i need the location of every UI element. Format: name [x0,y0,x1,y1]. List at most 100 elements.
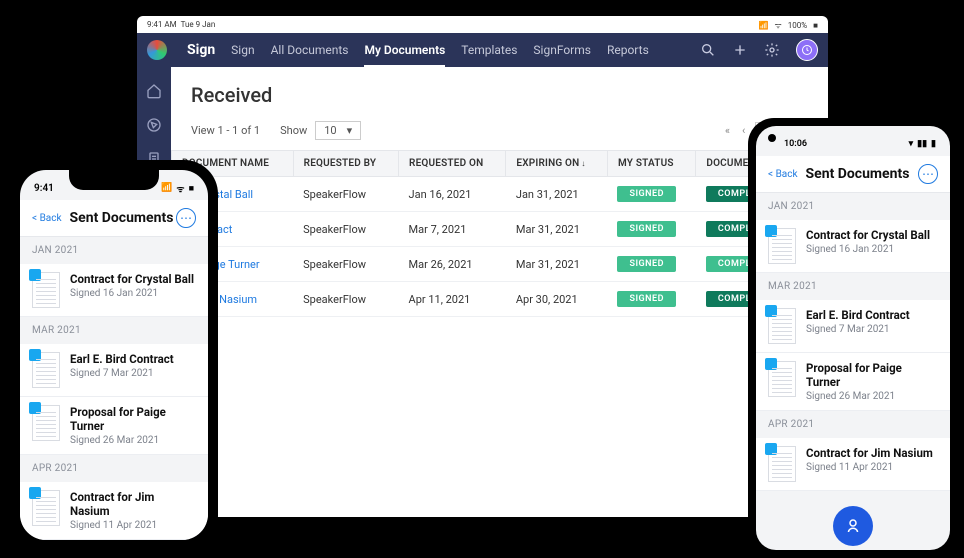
signal-icon: 📶 [161,183,172,193]
more-button[interactable]: ⋯ [176,208,196,228]
back-button[interactable]: < Back [32,213,62,224]
phone-left-device: 9:41 📶 ᯤ ■ < Back Sent Documents ⋯ JAN 2… [10,160,218,550]
phone-right-list[interactable]: JAN 2021Contract for Crystal BallSigned … [756,193,950,550]
wifi-icon: ▾ [909,139,914,149]
phone-right-header: < Back Sent Documents ⋯ [756,156,950,193]
col-requested-by[interactable]: REQUESTED BY [293,151,398,177]
list-item[interactable]: Earl E. Bird Contract Signed 7 Mar 2021 [756,300,950,353]
search-icon[interactable] [700,42,716,58]
back-button[interactable]: < Back [768,169,798,180]
doc-title: Earl E. Bird Contract [806,308,910,322]
my-status: SIGNED [607,282,695,317]
requested-on: Apr 11, 2021 [399,282,506,317]
pager-first[interactable]: « [723,124,732,137]
month-header: MAR 2021 [20,317,208,344]
signal-icon: ▮▮ [917,139,927,149]
status-time: 10:06 [784,139,807,149]
phone-title: Sent Documents [806,166,918,182]
gear-icon[interactable] [764,42,780,58]
my-status: SIGNED [607,212,695,247]
doc-subtitle: Signed 11 Apr 2021 [70,520,196,531]
document-thumbnail-icon [768,446,796,482]
document-thumbnail-icon [32,272,60,308]
status-right-icons: 📶 ᯤ 100% ■ [759,20,818,31]
table-row[interactable]: for Paige TurnerSpeakerFlowMar 26, 2021M… [172,247,828,282]
doc-title: Proposal for Paige Turner [70,405,196,433]
list-item[interactable]: Contract for Jim Nasium Signed 11 Apr 202… [20,482,208,540]
requested-by: SpeakerFlow [293,177,398,212]
nav-my-documents[interactable]: My Documents [364,43,445,67]
doc-title: Proposal for Paige Turner [806,361,938,389]
expiring-on: Mar 31, 2021 [506,247,608,282]
list-item[interactable]: Proposal for Paige Turner Signed 26 Mar 2… [20,397,208,455]
plus-icon[interactable] [732,42,748,58]
requested-by: SpeakerFlow [293,282,398,317]
battery-icon: ▮ [931,139,936,149]
home-icon[interactable] [146,83,162,99]
battery-icon: ■ [189,183,194,194]
col-requested-on[interactable]: REQUESTED ON [399,151,506,177]
expiring-on: Apr 30, 2021 [506,282,608,317]
main-content: Received View 1 - 1 of 1 Show 10 ▾ [171,67,828,517]
pager-prev[interactable]: ‹ [740,124,747,137]
notch [69,170,159,190]
list-item[interactable]: Proposal for Paige Turner Signed 26 Mar 2… [756,353,950,411]
nav-sign[interactable]: Sign [231,43,254,57]
app-logo-icon [147,40,167,60]
chevron-down-icon: ▾ [347,124,353,137]
nav-templates[interactable]: Templates [461,43,517,57]
documents-table: DOCUMENT NAME REQUESTED BY REQUESTED ON … [171,150,828,317]
user-avatar[interactable] [796,39,818,61]
document-thumbnail-icon [32,352,60,388]
month-header: APR 2021 [756,411,950,438]
nav-reports[interactable]: Reports [607,43,649,57]
doc-subtitle: Signed 11 Apr 2021 [806,462,933,473]
nav-signforms[interactable]: SignForms [533,43,591,57]
phone-title: Sent Documents [70,210,176,226]
doc-title: Earl E. Bird Contract [70,352,174,366]
page-size-select[interactable]: 10 ▾ [315,121,361,140]
requested-by: SpeakerFlow [293,212,398,247]
my-status: SIGNED [607,177,695,212]
col-expiring-on[interactable]: EXPIRING ON↓ [506,151,608,177]
my-status: SIGNED [607,247,695,282]
fab-new-document[interactable] [833,506,873,546]
doc-title: Contract for Crystal Ball [70,272,194,286]
list-item[interactable]: Earl E. Bird ContractSigned 7 Mar 2021 [20,344,208,397]
tablet-screen: 9:41 AM Tue 9 Jan 📶 ᯤ 100% ■ Sign Sign A… [137,16,828,517]
list-item[interactable]: Contract for Crystal BallSigned 16 Jan 2… [20,264,208,317]
col-my-status[interactable]: MY STATUS [607,151,695,177]
battery-label: 100% [788,21,807,30]
sort-arrow-icon: ↓ [581,159,585,168]
page-title: Received [171,67,828,117]
nav-all-documents[interactable]: All Documents [271,43,349,57]
document-thumbnail-icon [768,228,796,264]
doc-title: Contract for Jim Nasium [806,446,933,460]
table-row[interactable]: for Crystal BallSpeakerFlowJan 16, 2021J… [172,177,828,212]
requested-on: Mar 26, 2021 [399,247,506,282]
requested-on: Jan 16, 2021 [399,177,506,212]
expiring-on: Mar 31, 2021 [506,212,608,247]
document-thumbnail-icon [32,490,60,526]
doc-subtitle: Signed 26 Mar 2021 [70,435,196,446]
compass-icon[interactable] [146,117,162,133]
doc-title: Contract for Jim Nasium [70,490,196,518]
more-button[interactable]: ⋯ [918,164,938,184]
status-time: 9:41 AM Tue 9 Jan [147,20,215,31]
table-row[interactable]: for Jim NasiumSpeakerFlowApr 11, 2021Apr… [172,282,828,317]
tablet-device: 9:41 AM Tue 9 Jan 📶 ᯤ 100% ■ Sign Sign A… [115,0,850,533]
wifi-icon: ᯤ [176,182,184,195]
month-header: APR 2021 [20,455,208,482]
requested-by: SpeakerFlow [293,247,398,282]
doc-title: Contract for Crystal Ball [806,228,930,242]
table-row[interactable]: d ContractSpeakerFlowMar 7, 2021Mar 31, … [172,212,828,247]
doc-subtitle: Signed 7 Mar 2021 [806,324,910,335]
list-item[interactable]: Contract for Crystal BallSigned 16 Jan 2… [756,220,950,273]
list-item[interactable]: Contract for Jim Nasium Signed 11 Apr 202… [756,438,950,491]
document-thumbnail-icon [768,361,796,397]
doc-subtitle: Signed 26 Mar 2021 [806,391,938,402]
document-thumbnail-icon [768,308,796,344]
phone-left-list[interactable]: JAN 2021Contract for Crystal BallSigned … [20,237,208,540]
month-header: MAR 2021 [756,273,950,300]
battery-icon: ■ [813,21,818,30]
